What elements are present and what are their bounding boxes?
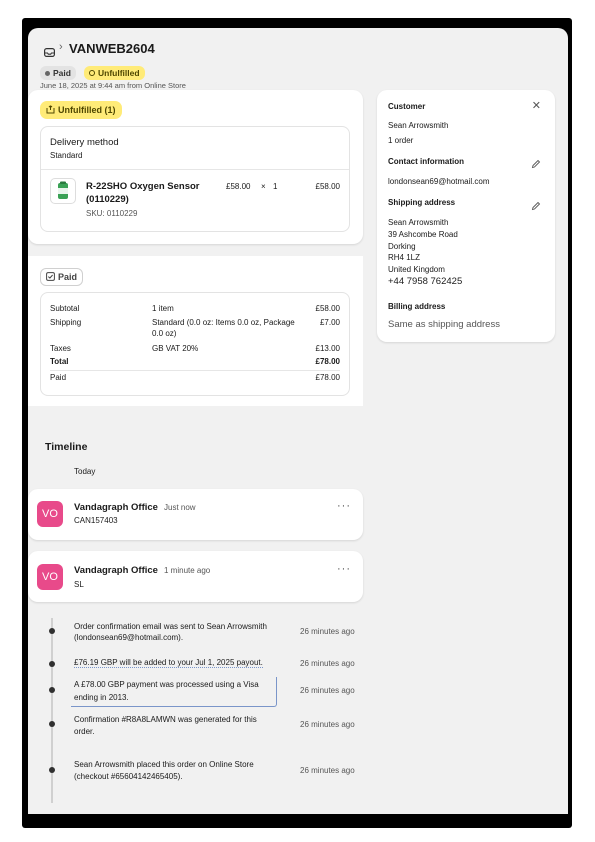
subtotal-label: Subtotal: [50, 304, 80, 313]
event-text-line2[interactable]: ending in 2013.: [74, 693, 129, 702]
event-text-line2: (londonsean69@hotmail.com).: [74, 633, 184, 642]
taxes-desc: GB VAT 20%: [152, 344, 199, 353]
timeline-dot: [49, 767, 55, 773]
event-text: Confirmation #R8A8LAMWN was generated fo…: [74, 715, 257, 724]
close-icon[interactable]: ✕: [532, 99, 541, 112]
order-page: › VANWEB2604 Paid Unfulfilled June 18, 2…: [28, 28, 568, 814]
payment-summary: Subtotal 1 item £58.00 Shipping Standard…: [40, 292, 350, 396]
paid-status-badge: Paid: [40, 66, 76, 80]
comment-text: CAN157403: [74, 516, 118, 525]
address-line: RH4 1LZ: [388, 253, 421, 262]
comment-text: SL: [74, 580, 84, 589]
shipping-address-title: Shipping address: [388, 198, 456, 207]
order-date: June 18, 2025 at 9:44 am from Online Sto…: [40, 81, 186, 90]
timeline-dot: [49, 628, 55, 634]
event-time[interactable]: 26 minutes ago: [300, 627, 355, 636]
unfulfilled-count-badge[interactable]: Unfulfilled (1): [40, 101, 122, 119]
timeline-date-label: Today: [74, 467, 96, 476]
order-number: VANWEB2604: [69, 41, 155, 56]
unfulfilled-status-badge: Unfulfilled: [84, 66, 145, 80]
product-sku: SKU: 0110229: [86, 209, 138, 218]
customer-name-link[interactable]: Sean Arrowsmith: [388, 121, 448, 130]
total-amount: £78.00: [315, 357, 340, 366]
event-text: Order confirmation email was sent to Sea…: [74, 622, 267, 631]
contact-info-title: Contact information: [388, 157, 464, 166]
address-line: 39 Ashcombe Road: [388, 230, 458, 239]
event-text[interactable]: £76.19 GBP will be added to your Jul 1, …: [74, 658, 263, 668]
timeline-title: Timeline: [45, 441, 88, 453]
paid-amount: £78.00: [315, 373, 340, 382]
avatar: VO: [37, 501, 63, 527]
paid-payment-badge: Paid: [40, 268, 84, 286]
taxes-label: Taxes: [50, 344, 71, 353]
event-time[interactable]: 26 minutes ago: [300, 659, 355, 668]
subtotal-amount: £58.00: [315, 304, 340, 313]
timeline-dot: [49, 661, 55, 667]
customer-card: Customer ✕ Sean Arrowsmith 1 order Conta…: [377, 90, 555, 342]
timeline-comment: VO Vandagraph Office Just now CAN157403 …: [28, 489, 363, 540]
event-text-line2: order.: [74, 727, 95, 736]
event-text-line2: (checkout #65604142465405).: [74, 772, 183, 781]
subtotal-desc: 1 item: [152, 304, 174, 313]
customer-email[interactable]: londonsean69@hotmail.com: [388, 177, 490, 186]
comment-author: Vandagraph Office: [74, 565, 158, 576]
event-time[interactable]: 26 minutes ago: [300, 720, 355, 729]
customer-order-count[interactable]: 1 order: [388, 136, 413, 145]
comment-author: Vandagraph Office: [74, 502, 158, 513]
shipping-amount: £7.00: [319, 318, 340, 327]
delivery-method-label: Delivery method: [50, 137, 119, 148]
quantity: 1: [273, 182, 278, 191]
more-actions-icon[interactable]: ···: [337, 563, 351, 575]
address-line: United Kingdom: [388, 265, 445, 274]
divider: [41, 169, 349, 170]
taxes-amount: £13.00: [315, 344, 340, 353]
package-icon: [46, 105, 55, 116]
shipping-label: Shipping: [50, 318, 82, 327]
inbox-icon: [44, 44, 56, 58]
avatar: VO: [37, 564, 63, 590]
line-total: £58.00: [315, 182, 340, 191]
billing-address-value: Same as shipping address: [388, 319, 500, 330]
timeline-comment: VO Vandagraph Office 1 minute ago SL ···: [28, 551, 363, 602]
timeline-dot: [49, 721, 55, 727]
address-line: Sean Arrowsmith: [388, 218, 449, 227]
delivery-method-value: Standard: [50, 151, 83, 160]
divider: [50, 370, 340, 371]
breadcrumb-chevron: ›: [59, 41, 63, 53]
timeline-rail: [51, 618, 53, 803]
shipping-desc-line2: 0.0 oz): [152, 329, 177, 338]
event-text: Sean Arrowsmith placed this order on Onl…: [74, 760, 254, 769]
dot-icon: [45, 70, 50, 76]
event-time[interactable]: 26 minutes ago: [300, 686, 355, 695]
more-actions-icon[interactable]: ···: [337, 500, 351, 512]
comment-time: 1 minute ago: [164, 566, 211, 575]
edit-shipping-pencil-icon[interactable]: [531, 198, 541, 211]
fulfillment-card: Unfulfilled (1) Delivery method Standard…: [28, 90, 363, 244]
product-thumbnail[interactable]: [50, 178, 76, 204]
paid-label: Paid: [50, 373, 67, 382]
times-sign: ×: [261, 182, 266, 191]
product-name[interactable]: R-22SHO Oxygen Sensor: [86, 181, 200, 192]
timeline-dot: [49, 687, 55, 693]
unit-price: £58.00: [226, 182, 251, 191]
product-name-line2[interactable]: (0110229): [86, 194, 129, 205]
shipping-desc: Standard (0.0 oz: Items 0.0 oz, Package: [152, 318, 295, 327]
edit-contact-pencil-icon[interactable]: [531, 156, 541, 169]
billing-address-title: Billing address: [388, 302, 446, 311]
ring-icon: [89, 70, 95, 76]
fulfillment-details: Delivery method Standard R-22SHO Oxygen …: [40, 126, 350, 232]
customer-title: Customer: [388, 102, 426, 111]
receipt-check-icon: [46, 271, 55, 283]
address-line: Dorking: [388, 242, 416, 251]
total-label: Total: [50, 357, 69, 366]
payment-card: Paid Subtotal 1 item £58.00 Shipping Sta…: [28, 256, 363, 406]
event-time[interactable]: 26 minutes ago: [300, 766, 355, 775]
comment-time: Just now: [164, 503, 196, 512]
event-text[interactable]: A £78.00 GBP payment was processed using…: [74, 680, 259, 689]
customer-phone: +44 7958 762425: [388, 276, 463, 287]
